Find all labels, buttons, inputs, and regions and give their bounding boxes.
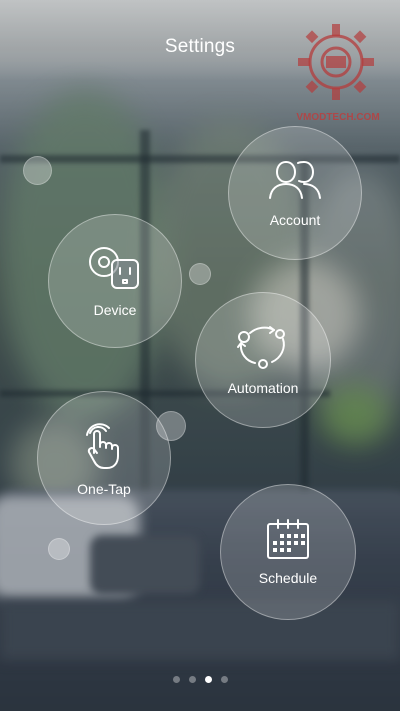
tap-hand-icon [86, 423, 119, 469]
decorative-dot [23, 156, 52, 185]
account-button[interactable]: Account [228, 126, 362, 260]
schedule-button[interactable]: Schedule [220, 484, 356, 620]
one-tap-label: One-Tap [77, 481, 131, 497]
cycle-icon [237, 326, 285, 369]
decorative-dot [189, 263, 211, 285]
watermark-gear-icon [298, 24, 374, 100]
page-dot[interactable] [188, 676, 196, 683]
smart-plug-icon [89, 247, 139, 289]
decorative-dot [48, 538, 70, 560]
one-tap-button[interactable]: One-Tap [37, 391, 171, 525]
calendar-icon [267, 519, 309, 559]
page-dot[interactable] [204, 676, 212, 683]
schedule-label: Schedule [258, 570, 318, 586]
automation-label: Automation [227, 380, 299, 396]
page-dot[interactable] [220, 676, 228, 683]
account-label: Account [269, 212, 321, 228]
users-icon [269, 161, 321, 199]
page-indicator[interactable] [0, 676, 400, 683]
page-dot[interactable] [172, 676, 180, 683]
automation-button[interactable]: Automation [195, 292, 331, 428]
watermark-logo: VMODTECH.COM [286, 20, 390, 128]
device-label: Device [93, 302, 137, 318]
device-button[interactable]: Device [48, 214, 182, 348]
watermark-text: VMODTECH.COM [296, 112, 380, 123]
